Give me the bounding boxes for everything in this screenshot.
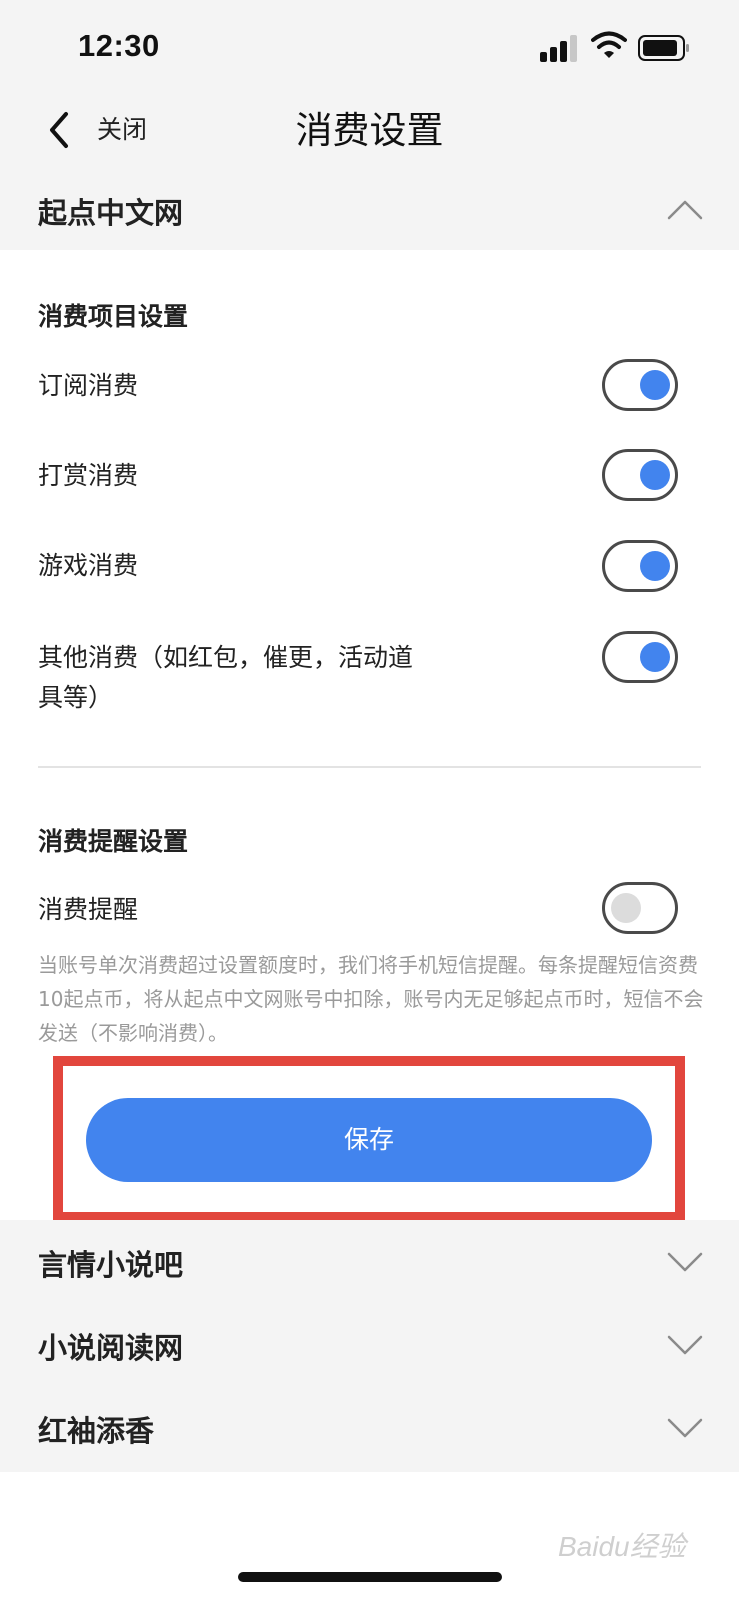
toggle-knob bbox=[640, 642, 670, 672]
toggle-reminder[interactable] bbox=[602, 882, 678, 934]
chevron-down-icon bbox=[667, 1418, 703, 1438]
setting-label-tip: 打赏消费 bbox=[38, 461, 139, 490]
toggle-game[interactable] bbox=[602, 540, 678, 592]
setting-label-game: 游戏消费 bbox=[38, 551, 139, 580]
baidu-watermark: Baidu经验 bbox=[558, 1531, 686, 1562]
toggle-knob bbox=[640, 370, 670, 400]
save-button[interactable]: 保存 bbox=[86, 1098, 652, 1182]
section-title: 言情小说吧 bbox=[38, 1248, 184, 1282]
toggle-knob bbox=[611, 893, 641, 923]
toggle-subscribe[interactable] bbox=[602, 359, 678, 411]
chevron-down-icon bbox=[667, 1252, 703, 1272]
status-time: 12:30 bbox=[78, 28, 160, 63]
status-bar: 12:30 bbox=[0, 0, 739, 90]
toggle-knob bbox=[640, 460, 670, 490]
group-title-consumption-items: 消费项目设置 bbox=[38, 302, 189, 331]
section-header-hongxiu[interactable]: 红袖添香 bbox=[0, 1388, 739, 1468]
toggle-other[interactable] bbox=[602, 631, 678, 683]
section-title: 起点中文网 bbox=[38, 196, 184, 230]
group-title-reminder: 消费提醒设置 bbox=[38, 827, 189, 856]
cellular-signal-icon bbox=[540, 34, 580, 62]
toggle-knob bbox=[640, 551, 670, 581]
setting-label-other: 其他消费（如红包，催更，活动道具等） bbox=[38, 643, 414, 712]
chevron-up-icon bbox=[667, 200, 703, 220]
setting-label-subscribe: 订阅消费 bbox=[38, 371, 139, 400]
section-header-xiaoshuo[interactable]: 小说阅读网 bbox=[0, 1305, 739, 1385]
section-header-qidian[interactable]: 起点中文网 bbox=[0, 170, 739, 250]
section-header-yanqing[interactable]: 言情小说吧 bbox=[0, 1222, 739, 1302]
setting-label-reminder: 消费提醒 bbox=[38, 895, 139, 924]
divider bbox=[38, 766, 701, 768]
reminder-hint-text: 当账号单次消费超过设置额度时，我们将手机短信提醒。每条提醒短信资费10起点币，将… bbox=[38, 953, 704, 1045]
section-title: 小说阅读网 bbox=[38, 1331, 184, 1365]
wifi-icon bbox=[591, 31, 627, 58]
chevron-down-icon bbox=[667, 1335, 703, 1355]
battery-icon bbox=[638, 35, 689, 61]
nav-bar: 关闭 消费设置 bbox=[0, 90, 739, 170]
home-indicator[interactable] bbox=[238, 1572, 502, 1582]
toggle-tip[interactable] bbox=[602, 449, 678, 501]
section-title: 红袖添香 bbox=[38, 1414, 155, 1448]
page-title: 消费设置 bbox=[295, 109, 444, 152]
